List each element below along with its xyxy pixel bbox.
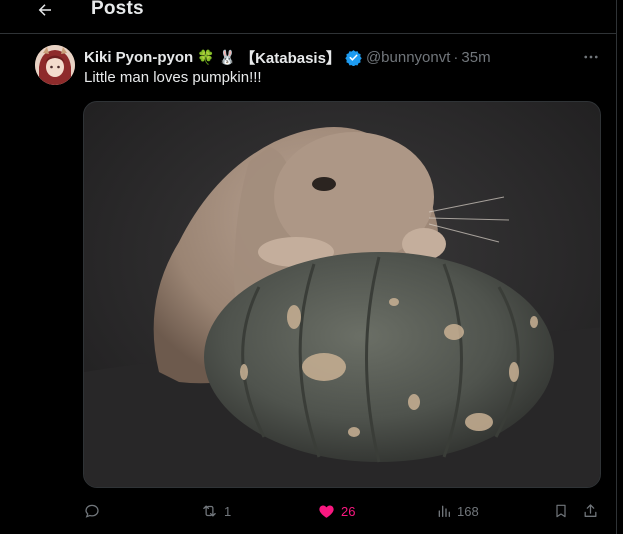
post-timestamp[interactable]: 35m <box>461 49 490 66</box>
repost-icon <box>203 505 216 517</box>
avatar[interactable] <box>35 45 75 85</box>
rabbit-pumpkin-photo <box>84 102 600 487</box>
bookmark-button[interactable] <box>553 500 569 522</box>
author-display-name[interactable]: Kiki Pyon-pyon <box>84 49 193 66</box>
meta-separator: · <box>453 48 459 66</box>
verified-badge-icon <box>345 49 362 66</box>
author-handle[interactable]: @bunnyonvt <box>366 49 450 66</box>
arrow-left-icon <box>38 4 51 16</box>
view-count: 168 <box>457 503 479 519</box>
more-horizontal-icon <box>584 55 598 59</box>
like-button[interactable]: 26 <box>317 500 355 522</box>
reply-icon <box>85 504 99 518</box>
back-button[interactable] <box>32 0 58 20</box>
repost-count: 1 <box>224 503 232 519</box>
reply-button[interactable] <box>83 500 101 522</box>
column-divider <box>616 0 617 534</box>
rabbit-icon: 🐰 <box>218 48 237 65</box>
repost-button[interactable]: 1 <box>200 500 231 522</box>
share-button[interactable] <box>582 500 599 522</box>
share-icon <box>584 504 597 517</box>
post-media-image[interactable] <box>83 101 601 488</box>
post-author-row: Kiki Pyon-pyon 🍀 🐰 【Katabasis】 @bunnyonv… <box>84 47 491 67</box>
clover-icon: 🍀 <box>197 48 215 65</box>
page-title: Posts <box>91 0 144 19</box>
bookmark-icon <box>556 504 566 518</box>
bar-chart-icon <box>438 505 450 517</box>
heart-filled-icon <box>319 505 334 518</box>
post[interactable]: Kiki Pyon-pyon 🍀 🐰 【Katabasis】 @bunnyonv… <box>0 34 616 534</box>
top-header: Posts <box>0 0 617 34</box>
like-count: 26 <box>341 503 356 519</box>
views-button[interactable]: 168 <box>436 500 479 522</box>
post-action-bar: 1 26 168 <box>0 500 616 522</box>
avatar-image <box>35 45 75 85</box>
post-text: Little man loves pumpkin!!! <box>84 69 262 86</box>
timeline-column: Posts Kiki Pyon-pyon 🍀 🐰 【Katabasis】 @bu… <box>0 0 623 534</box>
more-options-button[interactable] <box>580 47 602 67</box>
author-name-tag: 【Katabasis】 <box>240 49 341 67</box>
